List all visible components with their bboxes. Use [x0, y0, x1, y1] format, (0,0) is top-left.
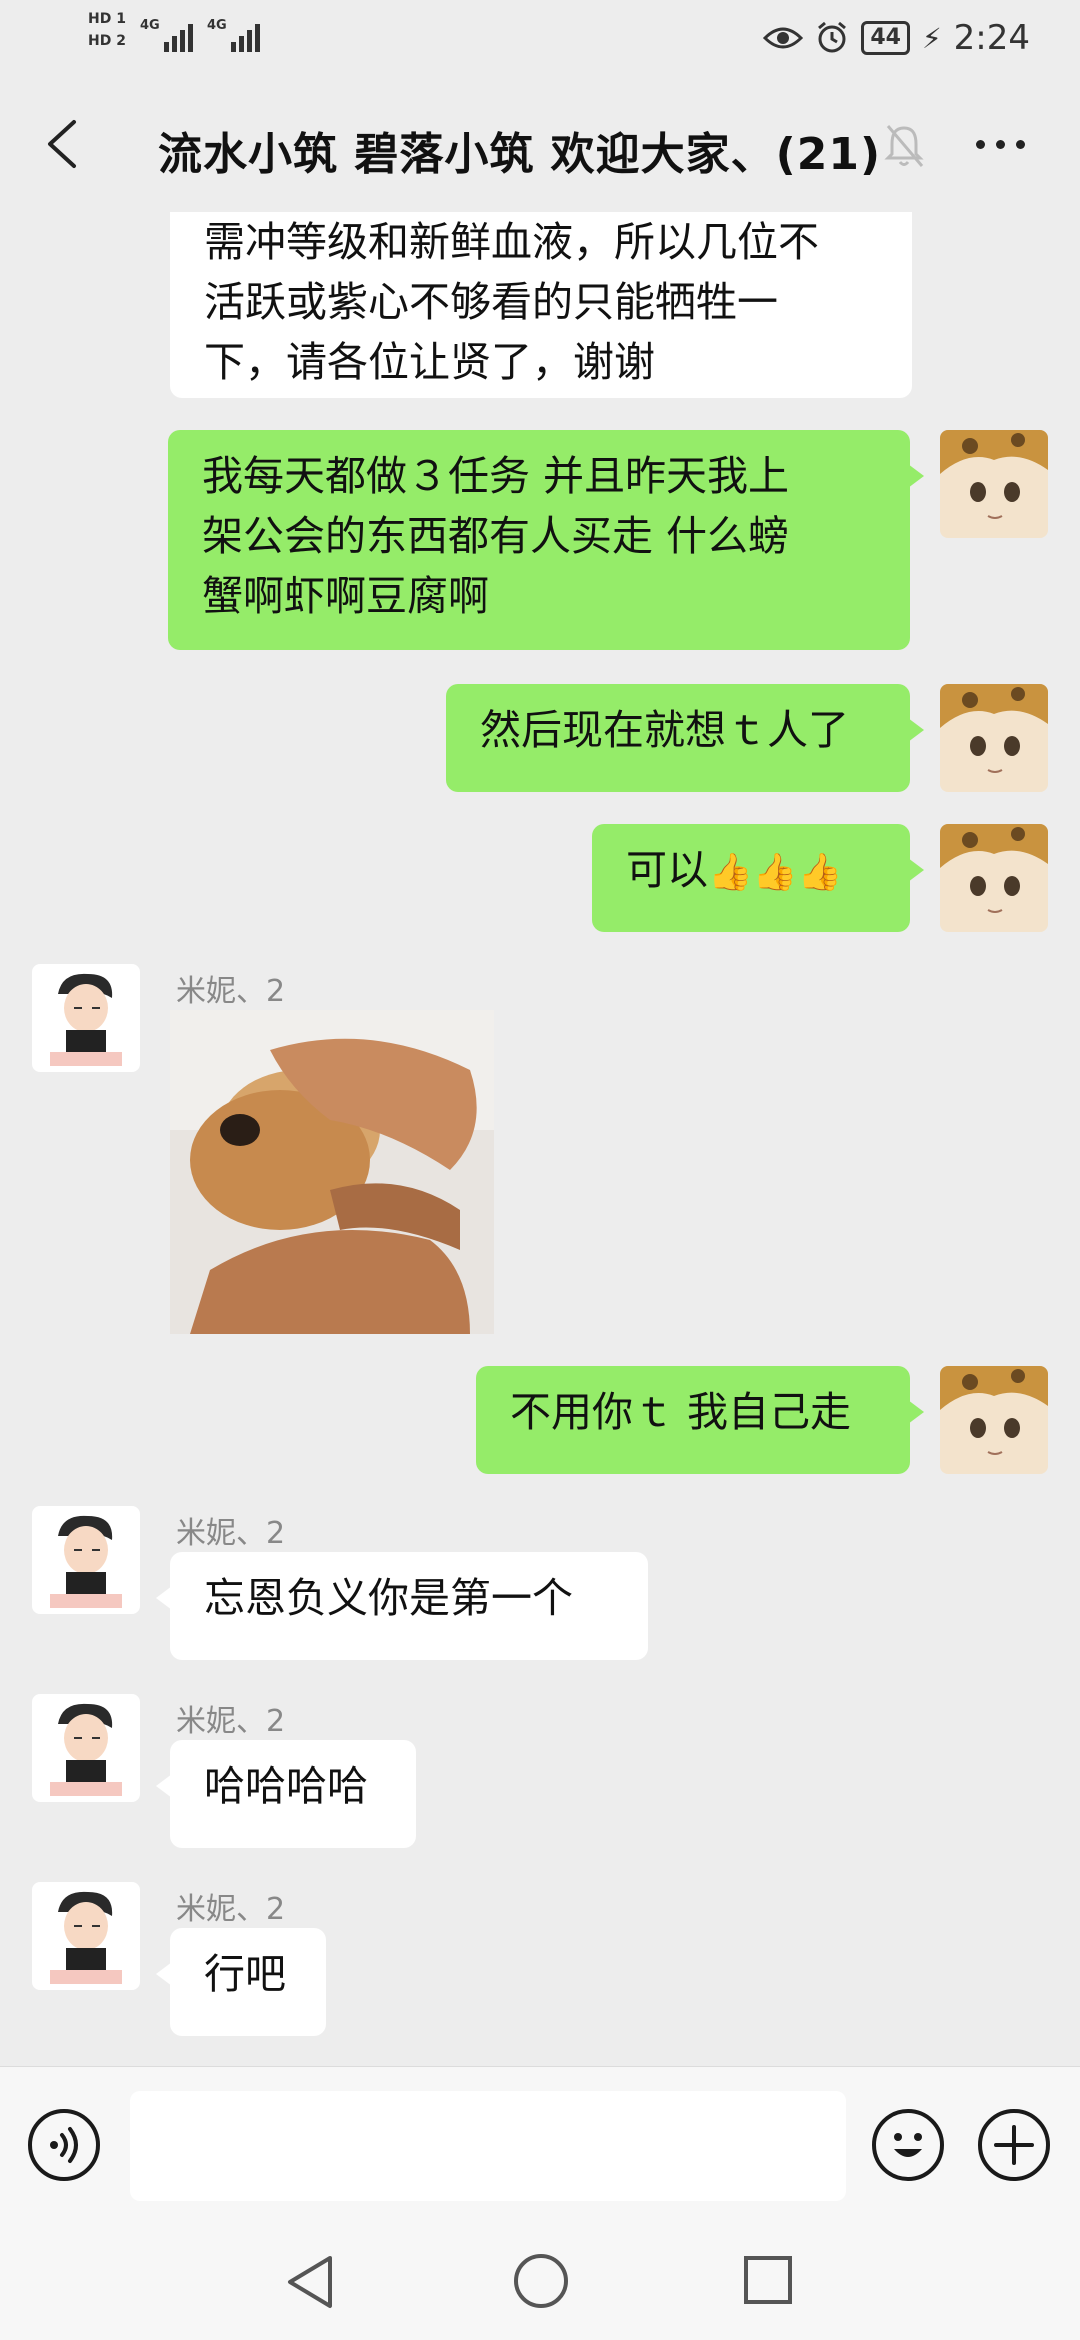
- message-line: 蟹啊虾啊豆腐啊: [202, 572, 489, 620]
- sender-name: 米妮、2: [176, 1516, 286, 1551]
- nav-back-icon[interactable]: [282, 2252, 338, 2312]
- message-bubble[interactable]: 然后现在就想ｔ人了: [446, 684, 924, 792]
- message-text: 哈哈哈哈: [204, 1762, 368, 1810]
- alarm-icon: [818, 21, 847, 53]
- message-line: 我每天都做３任务 并且昨天我上: [202, 452, 790, 500]
- sim1-label: HD 1: [88, 11, 126, 27]
- signal-icon-2: 4G: [207, 10, 260, 52]
- chat-header: 流水小筑 碧落小筑 欢迎大家、(21): [0, 82, 1080, 212]
- message-text: 忘恩负义你是第一个: [204, 1574, 573, 1622]
- message-bubble[interactable]: 我每天都做３任务 并且昨天我上 架公会的东西都有人买走 什么螃 蟹啊虾啊豆腐啊: [168, 430, 924, 650]
- message-input[interactable]: [130, 2091, 846, 2201]
- my-avatar[interactable]: [940, 824, 1048, 932]
- chat-messages[interactable]: 需冲等级和新鲜血液，所以几位不 活跃或紫心不够看的只能牺牲一 下，请各位让贤了，…: [0, 212, 1080, 2066]
- system-nav-bar: [0, 2226, 1080, 2340]
- nav-recents-icon[interactable]: [742, 2254, 794, 2306]
- voice-icon: [50, 2127, 78, 2163]
- message-bubble[interactable]: 可以👍👍👍: [592, 824, 924, 932]
- message-bubble[interactable]: 忘恩负义你是第一个: [156, 1552, 648, 1660]
- my-avatar[interactable]: [940, 1366, 1048, 1474]
- plus-icon: [994, 2125, 1034, 2165]
- thumbs-up-icon: 👍👍👍: [708, 852, 843, 893]
- my-avatar[interactable]: [940, 684, 1048, 792]
- contact-avatar[interactable]: [32, 1694, 140, 1802]
- sender-name: 米妮、2: [176, 1704, 286, 1739]
- more-functions-button[interactable]: [978, 2109, 1050, 2181]
- charging-icon: ⚡: [921, 21, 942, 55]
- signal-icon-1: 4G: [140, 10, 193, 52]
- message-bubble[interactable]: 不用你ｔ 我自己走: [476, 1366, 924, 1474]
- mute-bell-icon: [884, 125, 924, 167]
- clock: 2:24: [953, 18, 1030, 58]
- message-text: 然后现在就想ｔ人了: [480, 706, 849, 754]
- sim2-label: HD 2: [88, 33, 126, 49]
- nav-home-icon[interactable]: [512, 2252, 570, 2310]
- eye-icon: [763, 27, 804, 49]
- chat-title: 流水小筑 碧落小筑 欢迎大家、(21): [158, 129, 882, 180]
- message-text: 行吧: [204, 1950, 286, 1998]
- message-line: 需冲等级和新鲜血液，所以几位不: [204, 218, 819, 266]
- contact-avatar[interactable]: [32, 1506, 140, 1614]
- emoji-button[interactable]: [872, 2109, 944, 2181]
- message-line: 架公会的东西都有人买走 什么螃: [202, 512, 790, 560]
- message-bubble[interactable]: 需冲等级和新鲜血液，所以几位不 活跃或紫心不够看的只能牺牲一 下，请各位让贤了，…: [170, 212, 912, 398]
- message-text: 可以: [626, 846, 708, 894]
- smiley-icon: [894, 2133, 922, 2157]
- my-avatar[interactable]: [940, 430, 1048, 538]
- message-line: 活跃或紫心不够看的只能牺牲一: [204, 278, 778, 326]
- contact-avatar[interactable]: [32, 1882, 140, 1990]
- message-bubble[interactable]: 行吧: [156, 1928, 326, 2036]
- voice-input-button[interactable]: [28, 2109, 100, 2181]
- sender-name: 米妮、2: [176, 974, 286, 1009]
- dog-image[interactable]: [170, 1010, 494, 1334]
- input-bar: [0, 2066, 1080, 2227]
- message-text: 不用你ｔ 我自己走: [510, 1388, 852, 1436]
- message-bubble[interactable]: 哈哈哈哈: [156, 1740, 416, 1848]
- status-bar: HD 1 HD 2 4G 4G 44 ⚡ 2:24: [0, 0, 1080, 80]
- more-options-button[interactable]: [976, 140, 1025, 149]
- contact-avatar[interactable]: [32, 964, 140, 1072]
- battery-icon: 44: [861, 21, 910, 55]
- sender-name: 米妮、2: [176, 1892, 286, 1927]
- back-arrow-icon[interactable]: [36, 114, 96, 174]
- message-line: 下，请各位让贤了，谢谢: [204, 338, 655, 386]
